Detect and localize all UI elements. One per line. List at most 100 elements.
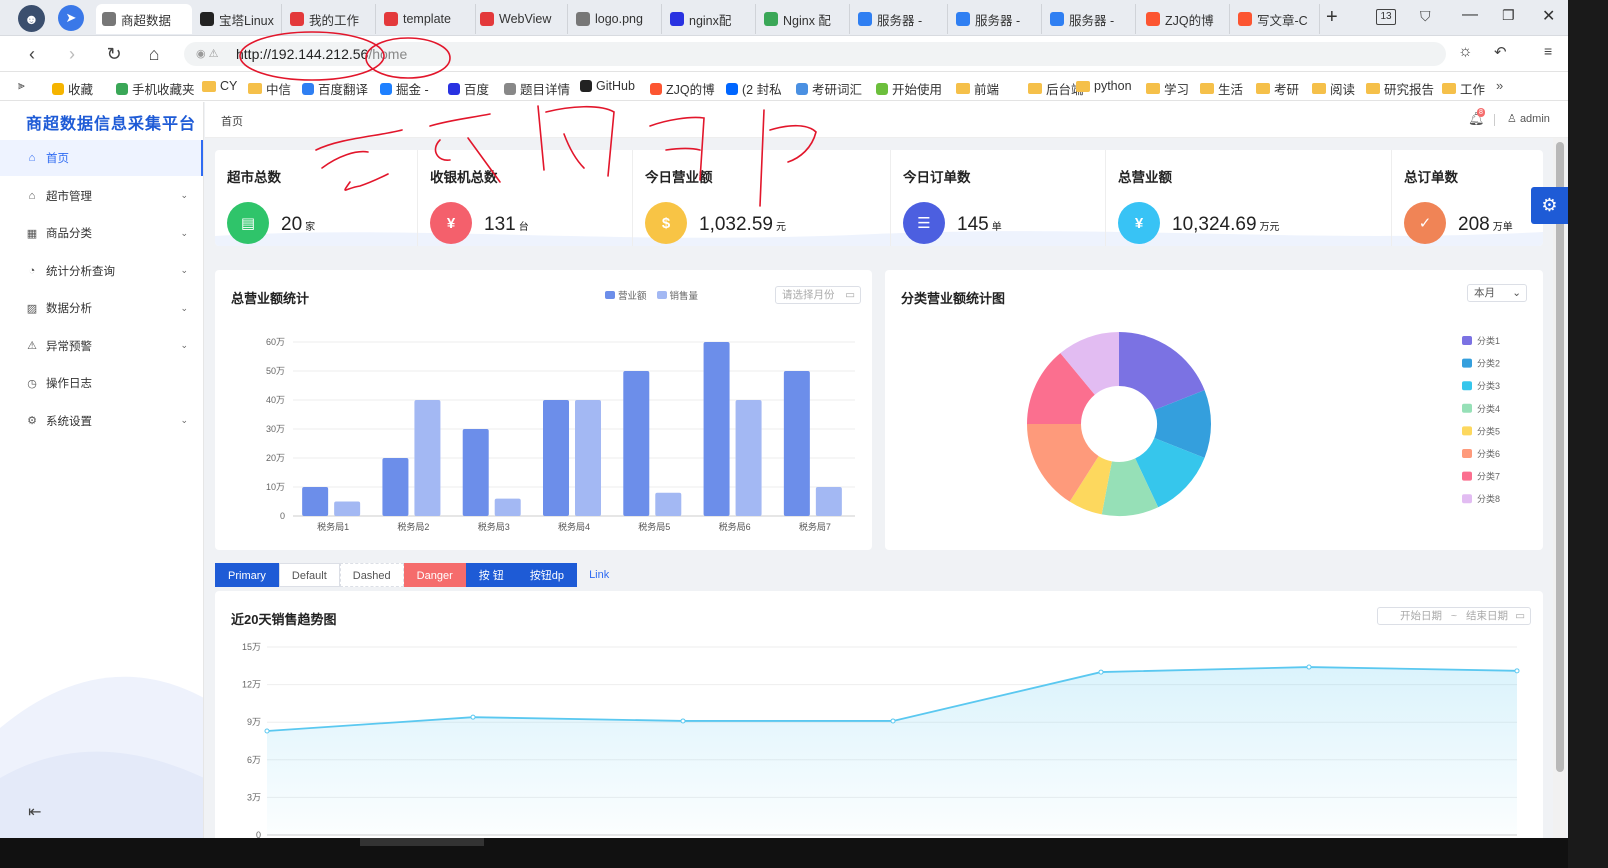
bookmark-item[interactable]: 考研词汇 xyxy=(796,79,862,98)
trend-point[interactable] xyxy=(1514,668,1520,674)
bar-sales[interactable] xyxy=(735,400,762,516)
legend-swatch[interactable] xyxy=(1462,426,1472,436)
stat-card[interactable]: 总订单数 ✓ 208 万单 xyxy=(1392,150,1543,246)
bookmark-item[interactable]: GitHub xyxy=(580,79,635,93)
browser-tab[interactable]: template xyxy=(378,4,476,34)
bookmark-item[interactable]: 开始使用 xyxy=(876,79,942,98)
user-menu[interactable]: ♙ admin xyxy=(1507,112,1550,125)
demo-button[interactable]: Danger xyxy=(403,563,466,587)
bookmark-item[interactable]: 前端 xyxy=(956,79,999,98)
sidebar-item[interactable]: ⌂ 首页 xyxy=(0,140,203,176)
browser-tab[interactable]: 服务器 - xyxy=(1044,4,1136,34)
bookmark-item[interactable]: python xyxy=(1076,79,1132,93)
url-field[interactable]: ◉ ⚠ http://192.144.212.56/home xyxy=(184,42,1446,66)
browser-tab[interactable]: 服务器 - xyxy=(950,4,1042,34)
bookmark-item[interactable]: 题目详情 xyxy=(504,79,570,98)
demo-button[interactable]: Default xyxy=(278,563,340,587)
sidebar-item[interactable]: ⌂ 超市管理 ⌄ xyxy=(0,178,203,214)
legend-swatch[interactable] xyxy=(1462,449,1472,458)
bookmark-item[interactable]: ZJQ的博 xyxy=(650,79,715,98)
demo-button[interactable]: 按钮dp xyxy=(516,563,578,587)
legend-label[interactable]: 分类6 xyxy=(1477,448,1500,459)
sidebar-item[interactable]: ⚠ 异常预警 ⌄ xyxy=(0,328,203,364)
bar-sales[interactable] xyxy=(414,400,441,516)
demo-button[interactable]: 按 钮 xyxy=(465,563,517,587)
stat-card[interactable]: 今日订单数 ☰ 145 单 xyxy=(891,150,1106,246)
legend-swatch[interactable] xyxy=(1462,494,1472,504)
bookmark-item[interactable]: 生活 xyxy=(1200,79,1243,98)
legend-swatch[interactable] xyxy=(1462,381,1472,391)
bookmark-item[interactable]: 收藏 xyxy=(52,79,93,98)
restore-button[interactable]: ❐ xyxy=(1502,7,1515,24)
bar-sales[interactable] xyxy=(575,400,601,516)
bar-revenue[interactable] xyxy=(703,342,730,516)
trend-point[interactable] xyxy=(680,718,686,724)
brightness-icon[interactable]: ☼ xyxy=(1458,43,1473,61)
browser-tab[interactable]: 宝塔Linux xyxy=(194,4,282,34)
sidebar-item[interactable]: ▨ 数据分析 ⌄ xyxy=(0,290,203,326)
bookmark-item[interactable]: 研究报告 xyxy=(1366,79,1434,98)
bookmark-item[interactable]: 考研 xyxy=(1256,79,1299,98)
legend-label[interactable]: 分类2 xyxy=(1477,358,1500,369)
demo-button[interactable]: Dashed xyxy=(339,563,404,587)
legend-swatch[interactable] xyxy=(1462,403,1472,413)
trend-point[interactable] xyxy=(470,714,476,720)
home-icon[interactable]: ⌂ xyxy=(142,42,166,66)
undo-icon[interactable]: ↶ xyxy=(1494,43,1507,61)
bookmark-item[interactable]: 中信 xyxy=(248,79,291,98)
legend-label[interactable]: 分类8 xyxy=(1477,493,1500,504)
settings-gear-icon[interactable]: ⚙ xyxy=(1531,187,1568,224)
bar-revenue[interactable] xyxy=(783,371,810,516)
sidebar-item[interactable]: ▦ 商品分类 ⌄ xyxy=(0,215,203,251)
stat-card[interactable]: 总营业额 ¥10,324.69 万元 xyxy=(1106,150,1392,246)
legend-label[interactable]: 分类4 xyxy=(1477,403,1500,414)
page-scrollbar[interactable] xyxy=(1553,138,1566,868)
bookmark-item[interactable]: 阅读 xyxy=(1312,79,1355,98)
bookmark-item[interactable]: 百度翻译 xyxy=(302,79,368,98)
more-bookmarks-icon[interactable]: » xyxy=(1496,78,1503,93)
trend-point[interactable] xyxy=(1306,664,1312,670)
bookmark-item[interactable]: 工作 xyxy=(1442,79,1485,98)
sidebar-item[interactable]: ◔ 统计分析查询 ⌄ xyxy=(0,253,203,289)
browser-tab[interactable]: 写文章-C xyxy=(1232,4,1320,34)
bookmark-item[interactable]: 学习 xyxy=(1146,79,1189,98)
stat-card[interactable]: 收银机总数 ¥131 台 xyxy=(418,150,633,246)
bar-revenue[interactable] xyxy=(382,458,409,516)
breadcrumb[interactable]: 首页 xyxy=(221,113,243,129)
stat-card[interactable]: 超市总数 ▤ 20 家 xyxy=(215,150,418,246)
back-button[interactable]: ‹ xyxy=(20,42,44,66)
reload-button[interactable]: ↻ xyxy=(102,42,126,66)
stat-card[interactable]: 今日营业额 $1,032.59 元 xyxy=(633,150,891,246)
legend-swatch[interactable] xyxy=(1462,358,1472,368)
browser-tab[interactable]: WebView xyxy=(474,4,568,34)
tab-count-badge[interactable]: 13 xyxy=(1376,9,1396,25)
trend-point[interactable] xyxy=(1098,669,1104,675)
sidebar-item[interactable]: ◷ 操作日志 xyxy=(0,365,203,401)
bar-sales[interactable] xyxy=(494,498,521,516)
legend-label[interactable]: 分类7 xyxy=(1477,471,1500,482)
bar-revenue[interactable] xyxy=(543,400,569,516)
browser-tab[interactable]: ZJQ的博 xyxy=(1140,4,1230,34)
bar-sales[interactable] xyxy=(334,501,361,517)
taskbar-item[interactable] xyxy=(360,838,484,846)
bookmark-item[interactable]: (2 封私 xyxy=(726,79,782,98)
tshirt-icon[interactable]: ⛉ xyxy=(1420,8,1431,25)
scrollbar-thumb[interactable] xyxy=(1556,142,1564,772)
close-button[interactable]: ✕ xyxy=(1542,6,1555,26)
bar-sales[interactable] xyxy=(815,487,842,516)
browser-tab[interactable]: logo.png xyxy=(570,4,662,34)
demo-button[interactable]: Link xyxy=(577,563,621,587)
trend-point[interactable] xyxy=(264,728,270,734)
browser-tab[interactable]: 我的工作 xyxy=(284,4,376,34)
bookmark-item[interactable]: 手机收藏夹 xyxy=(116,79,195,98)
bookmark-item[interactable]: CY xyxy=(202,79,237,93)
sidebar-item[interactable]: ⚙ 系统设置 ⌄ xyxy=(0,403,203,439)
bookmark-item[interactable]: 百度 xyxy=(448,79,489,98)
legend-label[interactable]: 分类5 xyxy=(1477,425,1500,436)
browser-tab[interactable]: nginx配 xyxy=(664,4,756,34)
forward-button[interactable]: › xyxy=(60,42,84,66)
browser-tab[interactable]: 商超数据 xyxy=(96,4,192,34)
demo-button[interactable]: Primary xyxy=(215,563,279,587)
bookmark-item[interactable]: 掘金 - xyxy=(380,79,429,98)
legend-swatch[interactable] xyxy=(1462,471,1472,481)
